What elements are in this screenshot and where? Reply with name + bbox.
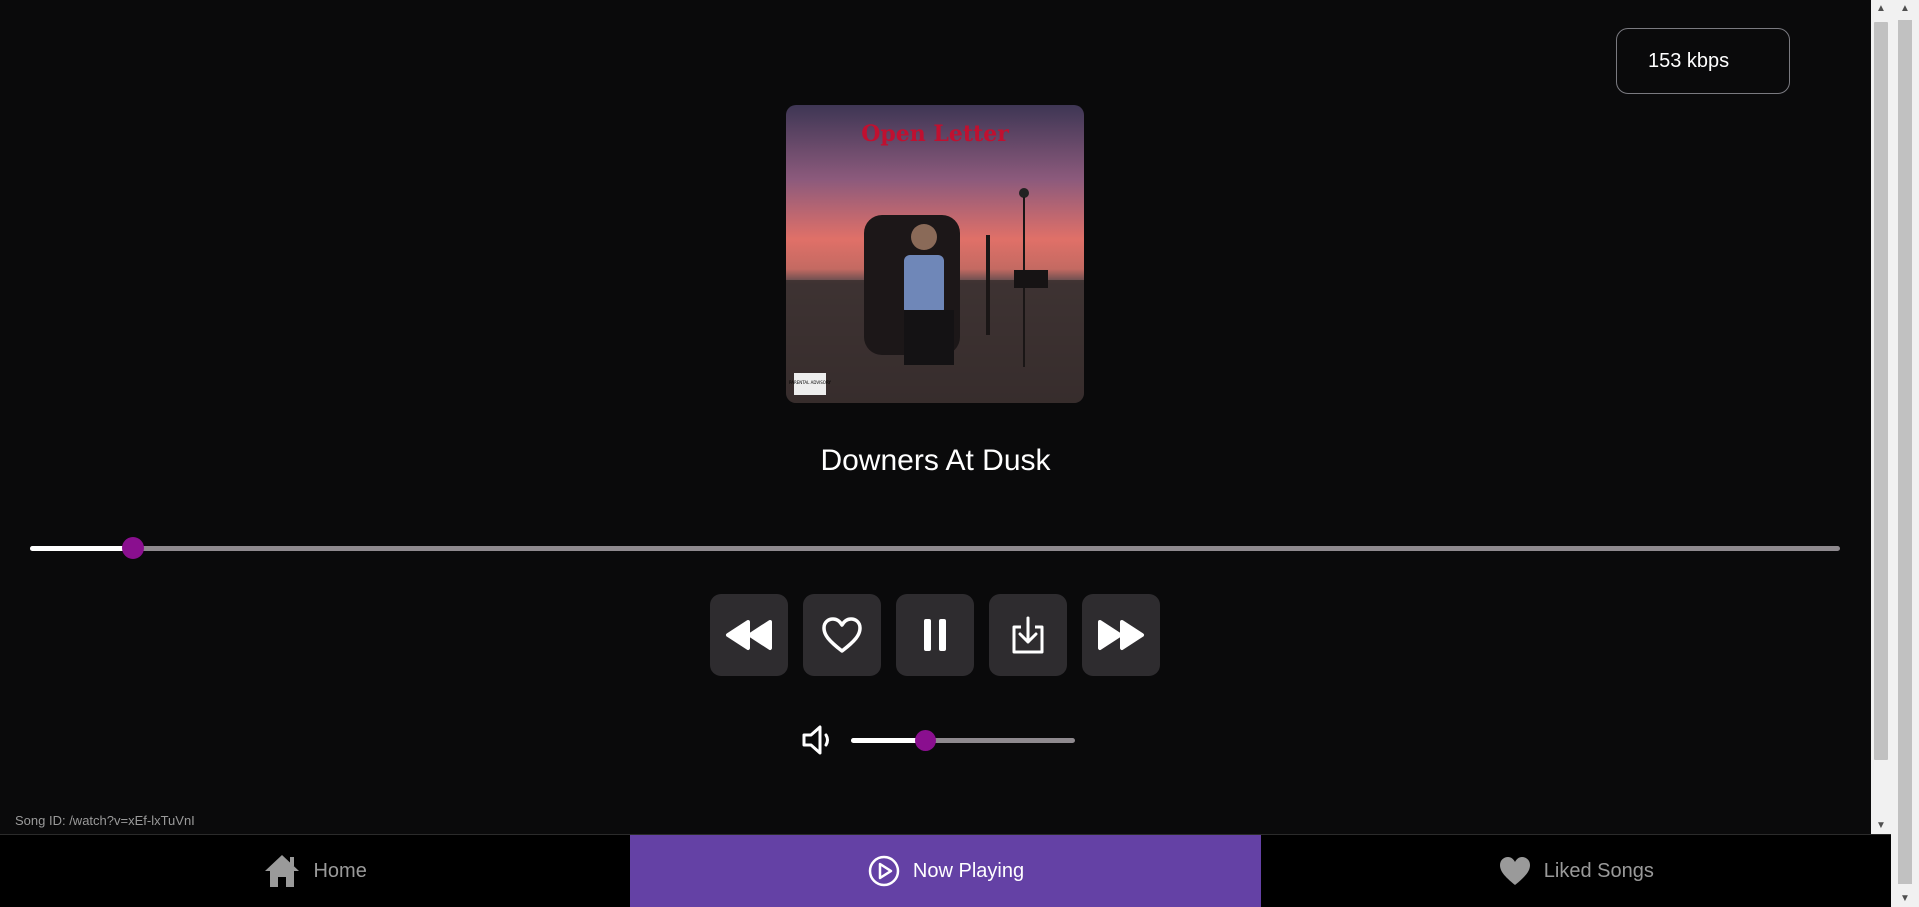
seek-progress-fill [30, 546, 134, 551]
now-playing-view: 153 kbps Open Letter PARENTAL ADVISORY D… [0, 0, 1871, 834]
speaker-icon[interactable] [800, 722, 836, 758]
volume-fill [851, 738, 925, 743]
heart-icon [1499, 857, 1530, 885]
volume-slider[interactable] [851, 730, 1075, 751]
bottom-nav: Home Now Playing Liked Songs [0, 834, 1891, 907]
rewind-button[interactable] [710, 594, 788, 676]
page-scroll-down-arrow-icon[interactable]: ▼ [1891, 890, 1919, 907]
nav-item-liked-songs[interactable]: Liked Songs [1261, 835, 1891, 907]
volume-thumb[interactable] [914, 730, 936, 751]
scrollbar-thumb[interactable] [1874, 22, 1888, 760]
rewind-icon [726, 620, 772, 650]
album-art-title: Open Letter [861, 121, 1009, 147]
content-scrollbar[interactable]: ▲ ▼ [1871, 0, 1891, 834]
download-icon [1012, 616, 1044, 654]
seek-thumb[interactable] [122, 537, 145, 559]
nav-label-now-playing: Now Playing [912, 859, 1025, 882]
heart-outline-icon [822, 617, 862, 653]
pause-button[interactable] [896, 594, 974, 676]
download-button[interactable] [989, 594, 1067, 676]
nav-label-home: Home [313, 859, 367, 882]
nav-item-now-playing[interactable]: Now Playing [630, 835, 1261, 907]
seek-slider[interactable] [30, 537, 1840, 559]
song-title: Downers At Dusk [820, 444, 1051, 477]
playback-controls [710, 594, 1160, 676]
bitrate-badge: 153 kbps [1616, 28, 1790, 94]
page-scrollbar-thumb[interactable] [1898, 20, 1912, 884]
scroll-up-arrow-icon[interactable]: ▲ [1871, 0, 1891, 17]
song-id-label: Song ID: /watch?v=xEf-lxTuVnI [15, 813, 195, 828]
scroll-down-arrow-icon[interactable]: ▼ [1871, 817, 1891, 834]
album-art: Open Letter PARENTAL ADVISORY [786, 105, 1084, 403]
nav-label-liked-songs: Liked Songs [1543, 859, 1654, 882]
like-button[interactable] [803, 594, 881, 676]
play-circle-icon [868, 855, 900, 887]
nav-item-home[interactable]: Home [0, 835, 630, 907]
fast-forward-button[interactable] [1082, 594, 1160, 676]
svg-text:PARENTAL ADVISORY: PARENTAL ADVISORY [789, 380, 831, 385]
page-scroll-up-arrow-icon[interactable]: ▲ [1891, 0, 1919, 17]
pause-icon [924, 619, 946, 651]
fast-forward-icon [1098, 620, 1144, 650]
page-scrollbar[interactable]: ▲ ▼ [1891, 0, 1919, 907]
home-icon [265, 855, 300, 887]
